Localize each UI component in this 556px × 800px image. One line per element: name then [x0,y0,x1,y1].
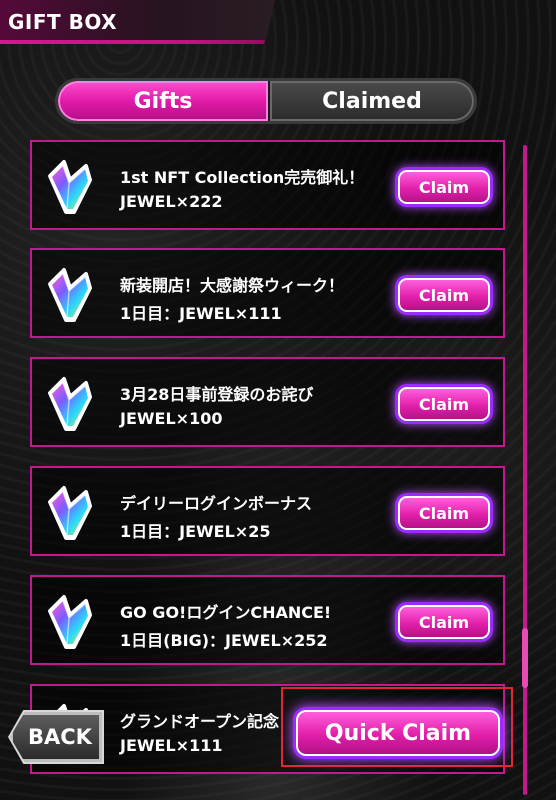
claim-button[interactable]: Claim [398,387,490,421]
tab-bar: Gifts Claimed [55,78,477,124]
gift-title: 1st NFT Collection完売御礼！ [120,168,365,187]
gift-box-screen: GIFT BOX Gifts Claimed 1st NFT Collectio… [0,0,556,800]
gift-title: GO GO!ログインCHANCE! [120,603,332,622]
gift-reward: JEWEL×100 [120,409,223,428]
gift-reward: 1日目：JEWEL×111 [120,304,282,323]
claim-button[interactable]: Claim [398,496,490,530]
scrollbar-track[interactable] [523,145,527,795]
jewel-icon [48,595,92,649]
gift-reward: JEWEL×111 [120,736,223,755]
gift-title: 新装開店！大感謝祭ウィーク！ [120,276,345,295]
claim-button[interactable]: Claim [398,170,490,204]
gift-reward: 1日目(BIG)：JEWEL×252 [120,631,328,650]
page-title: GIFT BOX [8,10,118,34]
back-button[interactable]: BACK [10,712,102,762]
gift-reward: 1日目：JEWEL×25 [120,522,271,541]
quick-claim-button[interactable]: Quick Claim [296,710,500,756]
gift-item: 新装開店！大感謝祭ウィーク！ 1日目：JEWEL×111 Claim [30,248,505,338]
gift-reward: JEWEL×222 [120,192,223,211]
claim-button[interactable]: Claim [398,278,490,312]
gift-title: デイリーログインボーナス [120,494,313,513]
gift-item: デイリーログインボーナス 1日目：JEWEL×25 Claim [30,466,505,556]
jewel-icon [48,268,92,322]
gift-item: GO GO!ログインCHANCE! 1日目(BIG)：JEWEL×252 Cla… [30,575,505,665]
tab-claimed[interactable]: Claimed [270,81,474,121]
jewel-icon [48,486,92,540]
jewel-icon [48,160,92,214]
jewel-icon [48,377,92,431]
gift-title: グランドオープン記念 [120,712,280,731]
claim-button[interactable]: Claim [398,605,490,639]
gift-title: 3月28日事前登録のお詫び [120,385,314,404]
scrollbar-thumb[interactable] [522,628,528,688]
tab-gifts[interactable]: Gifts [58,81,268,121]
gift-item: 1st NFT Collection完売御礼！ JEWEL×222 Claim [30,140,505,230]
gift-item: 3月28日事前登録のお詫び JEWEL×100 Claim [30,357,505,447]
